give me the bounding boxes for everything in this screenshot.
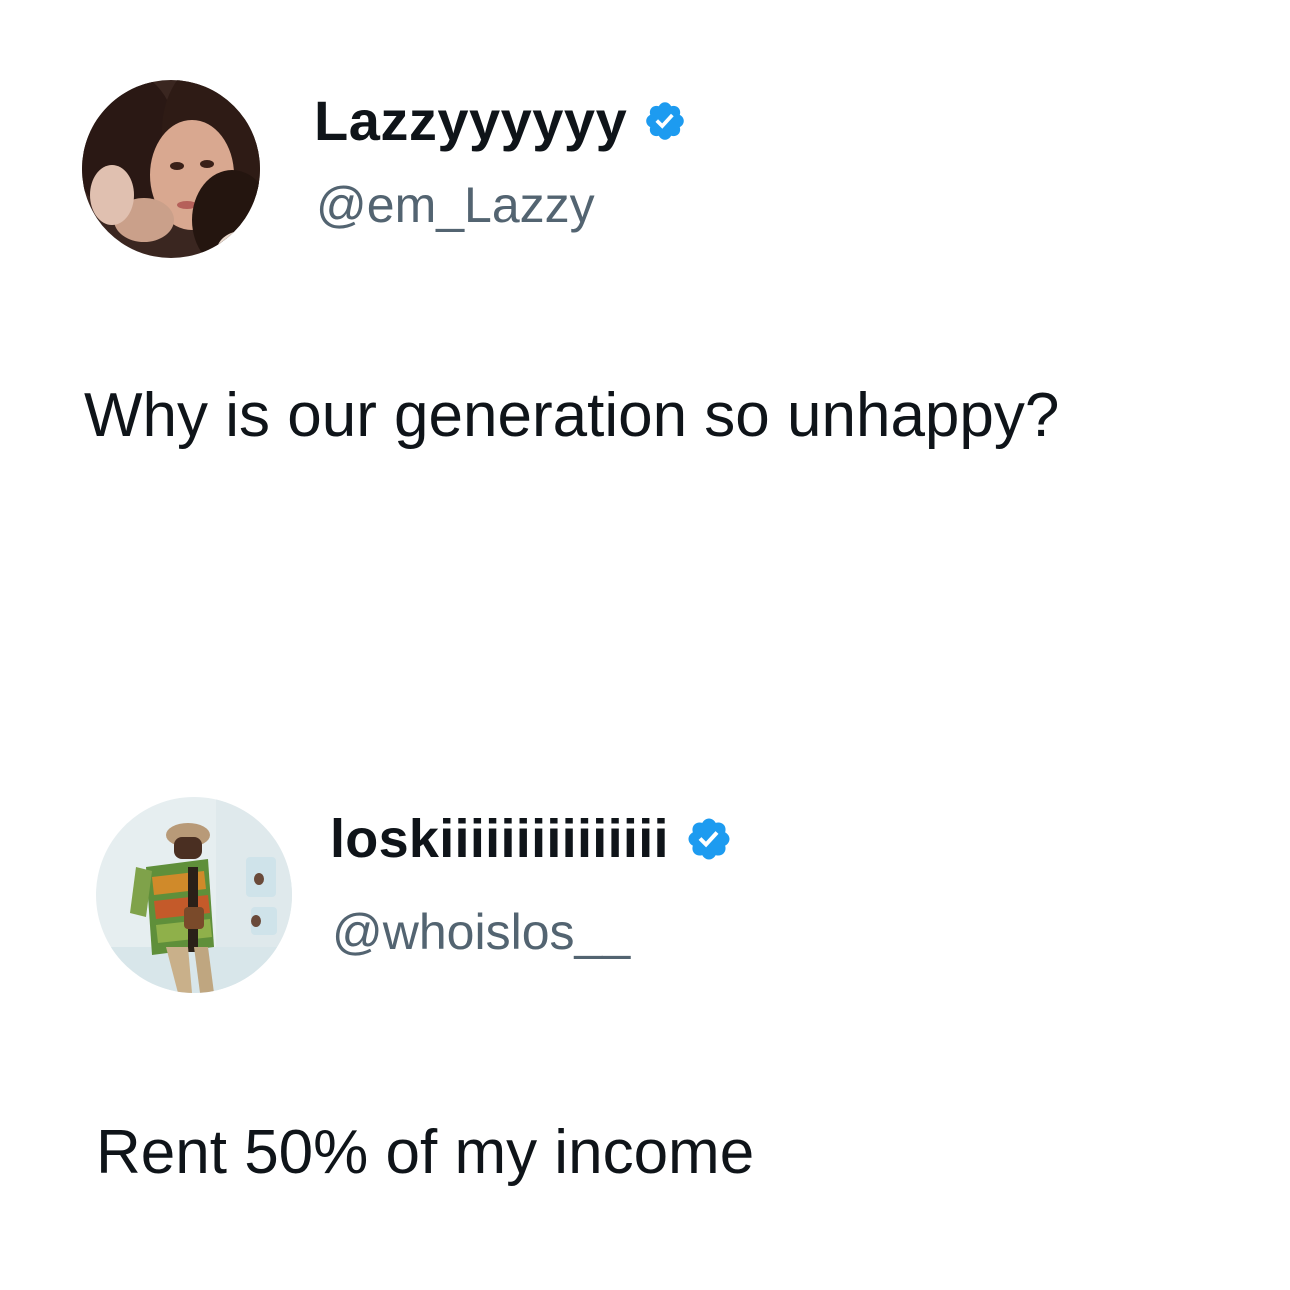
verified-badge-icon <box>643 99 687 143</box>
avatar-photo-woman <box>82 80 260 258</box>
user-handle[interactable]: @whoislos__ <box>332 903 630 961</box>
tweet-text: Why is our generation so unhappy? <box>84 381 1060 450</box>
display-name[interactable]: loskiiiiiiiiiiiiiii <box>330 808 733 870</box>
display-name-text[interactable]: loskiiiiiiiiiiiiiii <box>330 808 669 870</box>
avatar[interactable] <box>96 797 292 993</box>
user-handle[interactable]: @em_Lazzy <box>316 176 595 234</box>
verified-badge-icon <box>685 815 733 863</box>
display-name[interactable]: Lazzyyyyyy <box>314 88 687 153</box>
avatar-photo-man <box>96 797 292 993</box>
avatar[interactable] <box>82 80 260 258</box>
tweet-text: Rent 50% of my income <box>96 1118 755 1187</box>
display-name-text[interactable]: Lazzyyyyyy <box>314 88 627 153</box>
